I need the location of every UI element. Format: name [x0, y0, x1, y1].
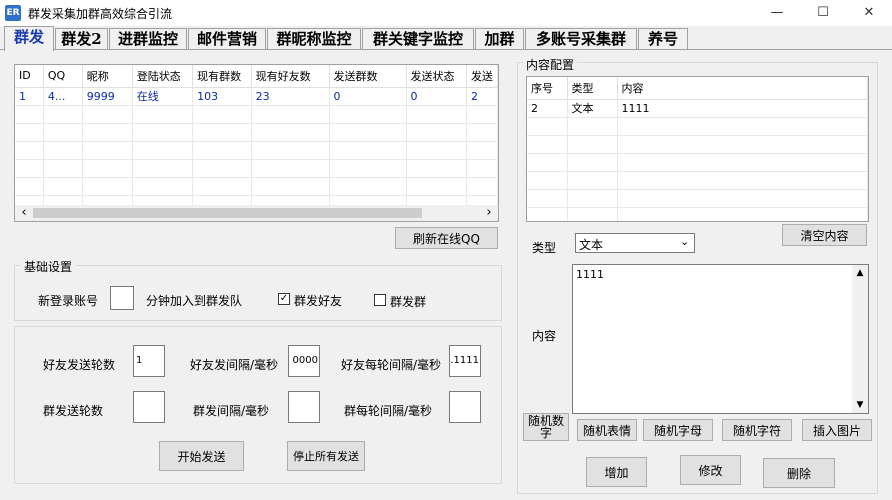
new-login-label: 新登录账号 — [38, 294, 99, 308]
content-label: 内容 — [532, 329, 557, 343]
table-row[interactable]: 1 4... 9999 在线 103 23 0 0 2 — [15, 87, 498, 106]
type-label: 类型 — [532, 241, 557, 255]
cell-type: 文本 — [567, 99, 618, 118]
stop-all-send-button[interactable]: 停止所有发送 — [287, 441, 365, 471]
scroll-up-icon[interactable]: ▲ — [852, 265, 868, 281]
mass-send-groups-label: 群发群 — [390, 295, 427, 309]
cell-friend-count: 23 — [251, 87, 330, 106]
cell-group-count: 103 — [192, 87, 252, 106]
group-round-interval-input[interactable] — [449, 391, 481, 423]
mass-send-groups-checkbox[interactable] — [374, 294, 386, 306]
tab-join-group[interactable]: 加群 — [475, 28, 524, 50]
col-group-count[interactable]: 现有群数 — [192, 65, 252, 88]
tab-email-marketing[interactable]: 邮件营销 — [188, 28, 266, 50]
scroll-right-icon[interactable]: › — [482, 205, 496, 221]
friend-round-interval-input[interactable]: .1111 — [449, 345, 481, 377]
maximize-button[interactable]: ☐ — [800, 0, 846, 26]
tab-group-keyword-monitor[interactable]: 群关键字监控 — [362, 28, 474, 50]
col-content[interactable]: 内容 — [617, 77, 868, 100]
col-nickname[interactable]: 昵称 — [82, 65, 133, 88]
random-number-button[interactable]: 随机数字 — [523, 413, 569, 441]
scroll-thumb[interactable] — [33, 208, 422, 218]
cell-content: 1111 — [617, 99, 868, 118]
col-seq[interactable]: 序号 — [527, 77, 568, 100]
type-select-value: 文本 — [579, 238, 604, 252]
friend-interval-label: 好友发间隔/毫秒 — [190, 358, 279, 372]
cell-id: 1 — [15, 87, 44, 106]
cell-login-status: 在线 — [132, 87, 194, 106]
group-interval-label: 群发间隔/毫秒 — [193, 404, 270, 418]
horizontal-scrollbar[interactable]: ‹ › — [15, 205, 498, 221]
tab-mass-send-2[interactable]: 群发2 — [55, 28, 108, 50]
cell-send-extra: 2 — [466, 87, 498, 106]
basic-settings-title: 基础设置 — [20, 258, 77, 275]
random-char-button[interactable]: 随机字符 — [722, 419, 792, 441]
new-login-minutes-input[interactable] — [110, 286, 134, 310]
cell-qq: 4... — [43, 87, 83, 106]
close-button[interactable]: ✕ — [846, 0, 892, 26]
minutes-join-label: 分钟加入到群发队 — [146, 294, 243, 308]
accounts-header-row: ID QQ 昵称 登陆状态 现有群数 现有好友数 发送群数 发送状态 发送 — [15, 65, 498, 88]
group-interval-input[interactable] — [288, 391, 320, 423]
cell-send-status: 0 — [406, 87, 467, 106]
col-sent-groups[interactable]: 发送群数 — [329, 65, 407, 88]
minimize-button[interactable]: — — [754, 0, 800, 26]
random-emoji-button[interactable]: 随机表情 — [577, 419, 637, 441]
chevron-down-icon: ⌄ — [680, 235, 690, 248]
col-id[interactable]: ID — [15, 65, 44, 88]
delete-button[interactable]: 删除 — [763, 458, 835, 488]
friend-rounds-input[interactable]: 1 — [133, 345, 165, 377]
col-send-extra[interactable]: 发送 — [466, 65, 498, 88]
table-row[interactable]: 2 文本 1111 — [527, 99, 868, 118]
accounts-table[interactable]: ID QQ 昵称 登陆状态 现有群数 现有好友数 发送群数 发送状态 发送 1 … — [14, 64, 499, 222]
insert-image-button[interactable]: 插入图片 — [802, 419, 872, 441]
group-rounds-label: 群发送轮数 — [43, 404, 104, 418]
mass-send-friends-checkbox[interactable]: ✓ — [278, 293, 290, 305]
tab-account-nurture[interactable]: 养号 — [638, 28, 688, 50]
col-send-status[interactable]: 发送状态 — [406, 65, 467, 88]
content-config-title: 内容配置 — [523, 56, 578, 73]
tab-group-nickname-monitor[interactable]: 群昵称监控 — [267, 28, 361, 50]
cell-sent-groups: 0 — [329, 87, 407, 106]
refresh-online-button[interactable]: 刷新在线QQ — [395, 227, 498, 249]
col-login-status[interactable]: 登陆状态 — [132, 65, 194, 88]
scroll-left-icon[interactable]: ‹ — [17, 205, 31, 221]
app-icon: ER — [5, 5, 21, 21]
add-button[interactable]: 增加 — [586, 457, 647, 487]
friend-interval-input[interactable]: 0000 — [288, 345, 320, 377]
tab-join-group-monitor[interactable]: 进群监控 — [109, 28, 187, 50]
content-text: 1111 — [576, 268, 604, 281]
edit-button[interactable]: 修改 — [680, 455, 741, 485]
cell-seq: 2 — [527, 99, 568, 118]
friend-round-interval-label: 好友每轮间隔/毫秒 — [341, 358, 442, 372]
tab-panel-border — [0, 49, 892, 50]
friend-rounds-label: 好友发送轮数 — [43, 358, 116, 372]
tab-multi-account-collect[interactable]: 多账号采集群 — [525, 28, 637, 50]
start-send-button[interactable]: 开始发送 — [159, 441, 244, 471]
group-round-interval-label: 群每轮间隔/毫秒 — [344, 404, 433, 418]
window-title: 群发采集加群高效综合引流 — [28, 7, 173, 21]
group-rounds-input[interactable] — [133, 391, 165, 423]
content-header-row: 序号 类型 内容 — [527, 77, 868, 100]
content-list-table[interactable]: 序号 类型 内容 2 文本 1111 — [526, 76, 869, 222]
col-qq[interactable]: QQ — [43, 65, 83, 88]
col-friend-count[interactable]: 现有好友数 — [251, 65, 330, 88]
scroll-down-icon[interactable]: ▼ — [852, 397, 868, 413]
content-textarea[interactable]: 1111 ▲ ▼ — [572, 264, 869, 414]
random-letter-button[interactable]: 随机字母 — [643, 419, 713, 441]
clear-content-button[interactable]: 清空内容 — [782, 224, 867, 246]
col-type[interactable]: 类型 — [567, 77, 618, 100]
mass-send-friends-label: 群发好友 — [294, 294, 343, 308]
type-select[interactable]: 文本 ⌄ — [575, 233, 695, 253]
title-bar: ER 群发采集加群高效综合引流 — ☐ ✕ — [0, 0, 892, 26]
cell-nickname: 9999 — [82, 87, 133, 106]
tab-mass-send[interactable]: 群发 — [4, 26, 54, 51]
vertical-scrollbar[interactable]: ▲ ▼ — [852, 265, 868, 413]
